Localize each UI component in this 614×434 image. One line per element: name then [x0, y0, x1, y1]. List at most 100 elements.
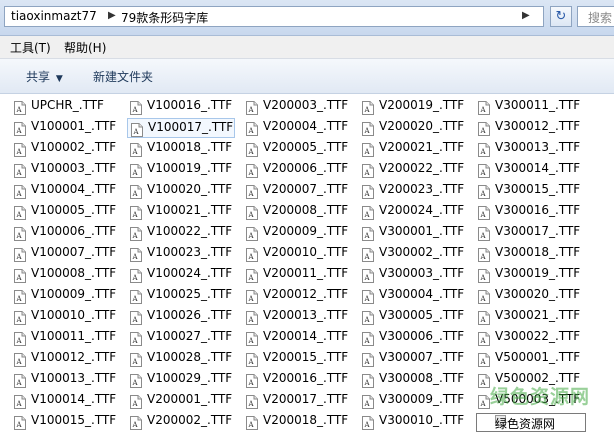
svg-text:A: A [248, 295, 255, 303]
font-file-icon: A [362, 415, 374, 430]
font-file-icon: A [362, 310, 374, 325]
svg-text:A: A [364, 379, 371, 387]
svg-text:A: A [364, 169, 371, 177]
file-name: V100016_.TTF [147, 98, 233, 112]
font-file-icon: A [14, 247, 26, 262]
font-file-icon: A [478, 142, 490, 157]
svg-text:A: A [480, 274, 487, 282]
font-file-icon: A [130, 415, 142, 430]
share-label: 共享 [26, 70, 51, 84]
file-name: V100018_.TTF [147, 140, 233, 154]
file-name: V100013_.TTF [31, 371, 117, 385]
file-name: V200010_.TTF [263, 245, 349, 259]
file-name: V200001_.TTF [147, 392, 233, 406]
file-name: V300005_.TTF [379, 308, 465, 322]
file-name: V100026_.TTF [147, 308, 233, 322]
svg-text:A: A [132, 190, 139, 198]
font-file-icon: A [14, 331, 26, 346]
font-file-icon: A [362, 163, 374, 178]
file-name: V500001_.TTF [495, 350, 581, 364]
font-file-icon: A [130, 394, 142, 409]
breadcrumb[interactable]: tiaoxinmazt77 ▶ 79款条形码字库 ▶ [4, 6, 544, 27]
file-name: V100011_.TTF [31, 329, 117, 343]
svg-text:A: A [248, 211, 255, 219]
menu-help[interactable]: 帮助(H) [64, 39, 106, 56]
svg-text:A: A [16, 400, 23, 408]
font-file-icon: A [478, 121, 490, 136]
file-name: V300014_.TTF [495, 161, 581, 175]
file-name: V100017_.TTF [148, 120, 234, 134]
font-file-icon: A [14, 268, 26, 283]
search-input[interactable]: 搜索 [577, 6, 614, 27]
svg-text:A: A [364, 421, 371, 429]
file-name: V300012_.TTF [495, 119, 581, 133]
svg-text:A: A [248, 400, 255, 408]
font-file-icon: A [131, 122, 143, 137]
svg-text:A: A [133, 128, 140, 136]
font-file-icon: A [478, 394, 490, 409]
file-name: V100006_.TTF [31, 224, 117, 238]
menu-bar: 工具(T) 帮助(H) [0, 36, 614, 59]
font-file-icon: A [14, 142, 26, 157]
file-name: V300016_.TTF [495, 203, 581, 217]
font-file-icon: A [362, 268, 374, 283]
svg-text:A: A [16, 316, 23, 324]
file-name: V200021_.TTF [379, 140, 465, 154]
svg-text:A: A [364, 400, 371, 408]
menu-tools[interactable]: 工具(T) [10, 39, 51, 56]
svg-text:A: A [132, 295, 139, 303]
font-file-icon: A [246, 289, 258, 304]
file-name: V100007_.TTF [31, 245, 117, 259]
font-file-icon: A [246, 247, 258, 262]
svg-text:A: A [132, 148, 139, 156]
breadcrumb-arrow-icon[interactable]: ▶ [108, 10, 116, 21]
svg-text:A: A [16, 358, 23, 366]
file-item[interactable]: A V100017_.TTF [127, 118, 235, 138]
svg-text:A: A [248, 421, 255, 429]
file-name: V100023_.TTF [147, 245, 233, 259]
file-name: V100010_.TTF [31, 308, 117, 322]
command-bar: 共享 ▼ 新建文件夹 [0, 59, 614, 94]
svg-text:A: A [480, 190, 487, 198]
svg-text:A: A [16, 337, 23, 345]
svg-text:A: A [248, 379, 255, 387]
svg-text:A: A [364, 316, 371, 324]
font-file-icon: A [478, 373, 490, 388]
file-name: V200006_.TTF [263, 161, 349, 175]
file-name: V300017_.TTF [495, 224, 581, 238]
font-file-icon: A [362, 352, 374, 367]
file-name: V200007_.TTF [263, 182, 349, 196]
file-name: V100001_.TTF [31, 119, 117, 133]
breadcrumb-segment[interactable]: tiaoxinmazt77 [11, 9, 97, 23]
file-name: V300007_.TTF [379, 350, 465, 364]
font-file-icon: A [130, 226, 142, 241]
font-file-icon: A [246, 415, 258, 430]
breadcrumb-segment[interactable]: 79款条形码字库 [121, 9, 208, 26]
font-file-icon: A [246, 163, 258, 178]
svg-text:A: A [16, 148, 23, 156]
share-button[interactable]: 共享 ▼ [26, 68, 63, 85]
svg-text:A: A [364, 295, 371, 303]
svg-text:A: A [364, 190, 371, 198]
refresh-button[interactable]: ↻ [550, 6, 572, 27]
file-name: V100028_.TTF [147, 350, 233, 364]
svg-text:A: A [16, 106, 23, 114]
font-file-icon: A [130, 352, 142, 367]
svg-text:A: A [364, 358, 371, 366]
font-file-icon: A [130, 205, 142, 220]
font-file-icon: A [246, 373, 258, 388]
new-folder-button[interactable]: 新建文件夹 [93, 68, 153, 85]
font-file-icon: A [362, 331, 374, 346]
file-name: V100019_.TTF [147, 161, 233, 175]
font-file-icon: A [246, 184, 258, 199]
font-file-icon: A [362, 121, 374, 136]
font-file-icon: A [478, 163, 490, 178]
font-file-icon: A [478, 184, 490, 199]
font-file-icon: A [478, 247, 490, 262]
file-name: V200002_.TTF [147, 413, 233, 427]
file-name: UPCHR_.TTF [31, 98, 104, 112]
breadcrumb-arrow-icon[interactable]: ▶ [522, 10, 530, 21]
font-file-icon: A [130, 142, 142, 157]
search-placeholder: 搜索 [588, 11, 613, 25]
font-file-icon: A [246, 268, 258, 283]
